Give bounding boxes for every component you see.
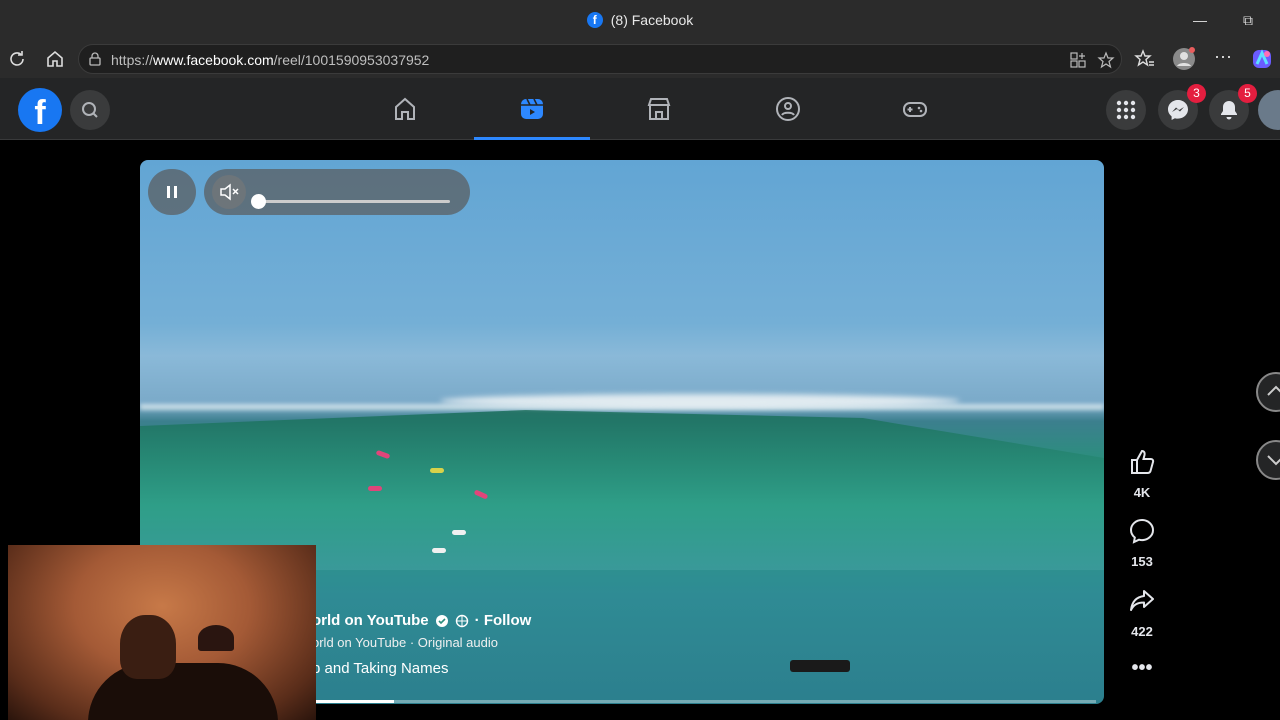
like-count: 4K	[1133, 485, 1151, 500]
bell-icon	[1221, 101, 1237, 120]
thumbs-up-icon	[1131, 449, 1155, 474]
verified-badge-icon	[435, 614, 448, 627]
more-actions-icon[interactable]: •••	[1122, 656, 1162, 680]
tab-title-text: (8) Facebook	[610, 12, 694, 28]
search-icon	[82, 102, 98, 118]
pause-icon	[167, 186, 177, 198]
comment-count: 153	[1131, 554, 1153, 569]
volume-slider-knob[interactable]	[251, 194, 266, 209]
chevron-up-icon	[1267, 385, 1280, 396]
previous-reel-button[interactable]	[1256, 372, 1280, 412]
share-count: 422	[1131, 624, 1153, 639]
reel-description: p and Taking Names	[312, 660, 449, 677]
video-progress-bar[interactable]	[316, 700, 1096, 703]
speaker-muted-icon	[220, 183, 239, 201]
webcam-overlay	[8, 545, 316, 720]
page-name[interactable]: orld on YouTube	[312, 612, 429, 629]
reel-caption: orld on YouTube · Follow orld on YouTube…	[312, 612, 531, 677]
surfer	[368, 486, 382, 491]
webcam-person-body	[88, 663, 278, 720]
menu-button[interactable]	[1106, 90, 1146, 130]
like-action[interactable]: 4K	[1122, 448, 1162, 500]
tab-gaming[interactable]	[857, 78, 973, 140]
share-icon	[1130, 590, 1154, 611]
restore-icon[interactable]: ⧉	[1238, 10, 1258, 30]
tab-marketplace[interactable]	[601, 78, 717, 140]
surfer	[452, 530, 466, 535]
app-available-icon[interactable]	[1069, 51, 1087, 69]
tab-home[interactable]	[347, 78, 463, 140]
url-prefix: https://	[111, 52, 154, 68]
facebook-favicon-icon: f	[586, 12, 603, 28]
next-reel-button[interactable]	[1256, 440, 1280, 480]
share-action[interactable]: 422	[1122, 587, 1162, 639]
url-path: /reel/1001590953037952	[273, 52, 430, 68]
audio-line[interactable]: orld on YouTube · Original audio	[312, 635, 531, 650]
facebook-logo[interactable]: f	[18, 88, 62, 132]
minimize-icon[interactable]: —	[1190, 10, 1210, 30]
mute-button[interactable]	[212, 175, 246, 209]
surfer	[430, 468, 444, 473]
tab-groups[interactable]	[730, 78, 846, 140]
browser-title-bar: f (8) Facebook — ⧉	[0, 0, 1280, 40]
follow-link[interactable]: · Follow	[475, 612, 532, 629]
webcam-background-hat	[198, 625, 234, 651]
lock-icon[interactable]	[87, 51, 103, 67]
notifications-badge: 5	[1238, 84, 1257, 103]
chevron-down-icon	[1267, 455, 1280, 466]
globe-icon	[455, 614, 468, 627]
favorites-icon[interactable]	[1134, 48, 1156, 70]
facebook-top-nav: f 3 5	[0, 78, 1280, 140]
surfer	[432, 548, 446, 553]
favorite-star-icon[interactable]	[1097, 51, 1115, 69]
more-options-icon[interactable]: ⋯	[1212, 48, 1234, 70]
messenger-icon	[1168, 100, 1188, 120]
address-bar-row: https://www.facebook.com/reel/1001590953…	[0, 40, 1280, 78]
messenger-badge: 3	[1187, 84, 1206, 103]
url-host: www.facebook.com	[153, 52, 274, 68]
marketplace-icon	[647, 98, 671, 120]
reels-tab-icon	[521, 98, 543, 119]
account-avatar[interactable]	[1258, 90, 1280, 130]
profile-avatar-icon[interactable]	[1172, 47, 1196, 71]
home-icon[interactable]	[44, 48, 66, 70]
webcam-person-head	[120, 615, 176, 679]
comment-action[interactable]: 153	[1122, 517, 1162, 569]
messenger-button[interactable]: 3	[1158, 84, 1206, 130]
tab-reels[interactable]	[474, 78, 590, 140]
home-tab-icon	[395, 97, 415, 120]
video-progress-fill	[316, 700, 394, 703]
comment-icon	[1129, 518, 1155, 544]
jetski	[790, 660, 850, 672]
gaming-icon	[903, 102, 927, 117]
url-field[interactable]: https://www.facebook.com/reel/1001590953…	[78, 44, 1122, 74]
apps-grid-icon	[1116, 100, 1136, 120]
refresh-icon[interactable]	[6, 48, 28, 70]
pause-button[interactable]	[148, 169, 196, 215]
copilot-icon[interactable]	[1250, 47, 1274, 71]
volume-control[interactable]	[204, 169, 470, 215]
groups-icon	[776, 97, 800, 121]
url-text: https://www.facebook.com/reel/1001590953…	[111, 52, 429, 68]
search-button[interactable]	[70, 90, 110, 130]
volume-slider-track[interactable]	[258, 200, 450, 203]
tab-title: f (8) Facebook	[586, 12, 694, 28]
notifications-button[interactable]: 5	[1209, 84, 1257, 130]
video-foam	[440, 394, 960, 408]
